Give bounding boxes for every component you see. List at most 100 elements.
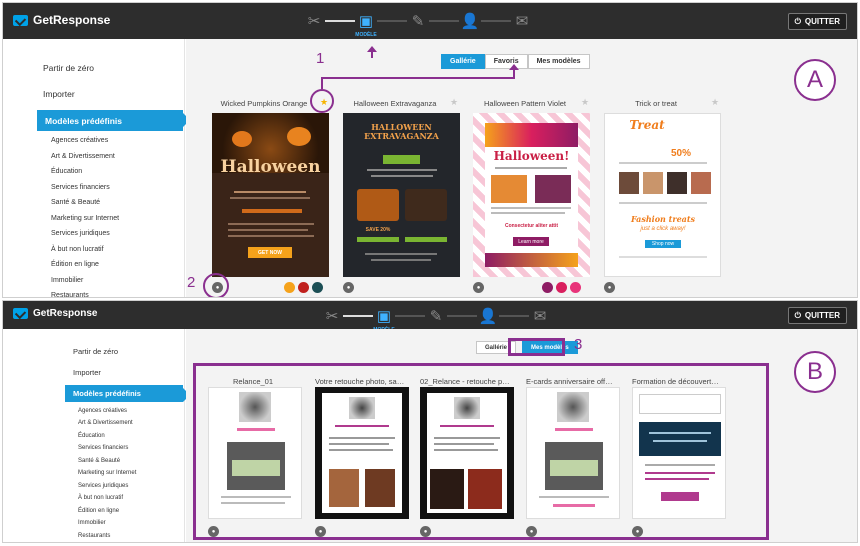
- getresponse-logo-icon: [13, 308, 28, 319]
- sidebar-item-scratch[interactable]: Partir de zéro: [73, 347, 118, 356]
- template-thumbnail[interactable]: HALLOWEEN EXTRAVAGANZA SAVE 20%: [343, 113, 460, 277]
- sidebar-category[interactable]: Santé & Beauté: [78, 458, 120, 464]
- star-icon[interactable]: ★: [581, 97, 589, 108]
- step-label-template: MODÈLE: [355, 32, 377, 38]
- sidebar-category[interactable]: Marketing sur Internet: [51, 215, 119, 222]
- color-swatch[interactable]: [312, 282, 323, 293]
- template-promo: 50%: [671, 148, 692, 159]
- color-swatch[interactable]: [284, 282, 295, 293]
- quit-label: QUITTER: [804, 311, 840, 320]
- color-swatch[interactable]: [570, 282, 581, 293]
- template-headline: Treat: [629, 118, 665, 132]
- edit-icon[interactable]: ✎: [407, 10, 429, 32]
- annotation-line: [321, 77, 515, 79]
- template-name: Wicked Pumpkins Orange: [220, 99, 308, 108]
- template-subtitle: Consectetur aliter attit: [504, 223, 559, 229]
- sidebar-category[interactable]: Services juridiques: [78, 483, 128, 489]
- tab-gallery[interactable]: Gallérie: [441, 54, 485, 69]
- annotation-line: [371, 52, 373, 58]
- brand-name: GetResponse: [33, 13, 111, 27]
- brand-name: GetResponse: [33, 308, 98, 319]
- template-name: Halloween Extravaganza: [353, 99, 437, 108]
- annotation-ring-star: [310, 89, 334, 113]
- annotation-frame-templates: [193, 363, 769, 540]
- panel-a: GetResponse ✂ ▣ MODÈLE ✎ 👤 ✉ ⏻ QUITTER Pa…: [2, 2, 858, 298]
- quit-button[interactable]: ⏻ QUITTER: [787, 307, 847, 324]
- contacts-icon[interactable]: 👤: [477, 305, 499, 327]
- sidebar-item-predefined[interactable]: Modèles prédéfinis: [37, 110, 190, 131]
- sidebar-category[interactable]: Restaurants: [78, 533, 110, 539]
- brand-logo[interactable]: GetResponse: [13, 308, 97, 319]
- template-thumbnail[interactable]: Treat 50% Fashion treats just a click aw…: [604, 113, 721, 277]
- tools-icon[interactable]: ✂: [303, 10, 325, 32]
- template-promo: SAVE 20%: [365, 227, 391, 233]
- template-icon[interactable]: ▣MODÈLE: [355, 10, 377, 38]
- brand-logo[interactable]: GetResponse: [13, 13, 110, 27]
- sidebar-category[interactable]: Services financiers: [51, 184, 110, 191]
- quit-label: QUITTER: [804, 17, 840, 26]
- sidebar-category[interactable]: Services juridiques: [51, 230, 110, 237]
- sidebar-category[interactable]: À but non lucratif: [51, 246, 104, 253]
- sidebar-category[interactable]: Agences créatives: [51, 137, 108, 144]
- sidebar-category[interactable]: Édition en ligne: [51, 261, 99, 268]
- annotation-frame-tab: [508, 338, 565, 356]
- tab-favorites[interactable]: Favoris: [484, 54, 528, 69]
- annotation-line: [513, 69, 515, 79]
- sidebar-category[interactable]: Immobilier: [78, 520, 106, 526]
- sidebar-item-import[interactable]: Importer: [43, 89, 75, 99]
- sidebar-category[interactable]: À but non lucratif: [78, 495, 123, 501]
- template-thumbnail[interactable]: Halloween! Consectetur aliter attit Lear…: [473, 113, 590, 277]
- template-gallery: Gallérie Favoris Mes modèles Wicked Pump…: [186, 39, 857, 297]
- template-button: Shop now: [645, 240, 681, 248]
- sidebar-category[interactable]: Marketing sur Internet: [78, 470, 136, 476]
- top-bar: GetResponse ✂ ▣MODÈLE ✎ 👤 ✉ ⏻ QUITTER: [3, 3, 857, 39]
- sidebar-category[interactable]: Santé & Beauté: [51, 199, 100, 206]
- sidebar-item-scratch[interactable]: Partir de zéro: [43, 63, 94, 73]
- tools-icon[interactable]: ✂: [321, 305, 343, 327]
- color-swatch[interactable]: [542, 282, 553, 293]
- sidebar: Partir de zéro Importer Modèles prédéfin…: [3, 329, 190, 542]
- template-icon[interactable]: ▣MODÈLE: [373, 305, 395, 333]
- sidebar-category[interactable]: Éducation: [51, 168, 82, 175]
- sidebar-item-import[interactable]: Importer: [73, 368, 101, 377]
- color-swatch[interactable]: [556, 282, 567, 293]
- eye-icon[interactable]: ●: [473, 282, 484, 293]
- send-icon[interactable]: ✉: [529, 305, 551, 327]
- panel-letter-a: A: [794, 59, 836, 101]
- wizard-steps: ✂ ▣MODÈLE ✎ 👤 ✉: [303, 3, 533, 39]
- template-button: Learn more: [513, 237, 549, 246]
- send-icon[interactable]: ✉: [511, 10, 533, 32]
- top-bar: GetResponse ✂ ▣MODÈLE ✎ 👤 ✉ ⏻ QUITTER: [3, 301, 857, 333]
- star-icon[interactable]: ★: [450, 97, 458, 108]
- template-headline: HALLOWEEN EXTRAVAGANZA: [364, 122, 439, 141]
- template-tagline: just a click away!: [640, 226, 686, 232]
- panel-letter-b: B: [794, 351, 836, 393]
- eye-icon[interactable]: ●: [604, 282, 615, 293]
- eye-icon[interactable]: ●: [343, 282, 354, 293]
- star-icon[interactable]: ★: [711, 97, 719, 108]
- callout-3: 3: [574, 336, 583, 353]
- template-thumbnail[interactable]: Halloween GET NOW: [212, 113, 329, 277]
- power-icon: ⏻: [794, 16, 801, 26]
- color-swatch[interactable]: [298, 282, 309, 293]
- quit-button[interactable]: ⏻ QUITTER: [787, 13, 847, 30]
- panel-b: GetResponse ✂ ▣MODÈLE ✎ 👤 ✉ ⏻ QUITTER Pa…: [2, 300, 858, 543]
- sidebar-category[interactable]: Agences créatives: [78, 408, 127, 414]
- power-icon: ⏻: [794, 310, 801, 320]
- callout-2: 2: [187, 274, 196, 291]
- template-button: GET NOW: [248, 247, 292, 258]
- sidebar-category[interactable]: Édition en ligne: [78, 508, 119, 514]
- sidebar-category[interactable]: Art & Divertissement: [78, 420, 133, 426]
- contacts-icon[interactable]: 👤: [459, 10, 481, 32]
- sidebar-category[interactable]: Services financiers: [78, 445, 128, 451]
- annotation-arrow-favorites: [509, 64, 519, 70]
- sidebar-item-predefined[interactable]: Modèles prédéfinis: [65, 385, 190, 402]
- sidebar-category[interactable]: Restaurants: [51, 292, 89, 297]
- getresponse-logo-icon: [13, 14, 28, 26]
- edit-icon[interactable]: ✎: [425, 305, 447, 327]
- sidebar-category[interactable]: Immobilier: [51, 277, 83, 284]
- sidebar-category[interactable]: Éducation: [78, 433, 105, 439]
- sidebar: Partir de zéro Importer Modèles prédéfin…: [3, 39, 190, 297]
- sidebar-category[interactable]: Art & Divertissement: [51, 153, 115, 160]
- tab-my-templates[interactable]: Mes modèles: [527, 54, 590, 69]
